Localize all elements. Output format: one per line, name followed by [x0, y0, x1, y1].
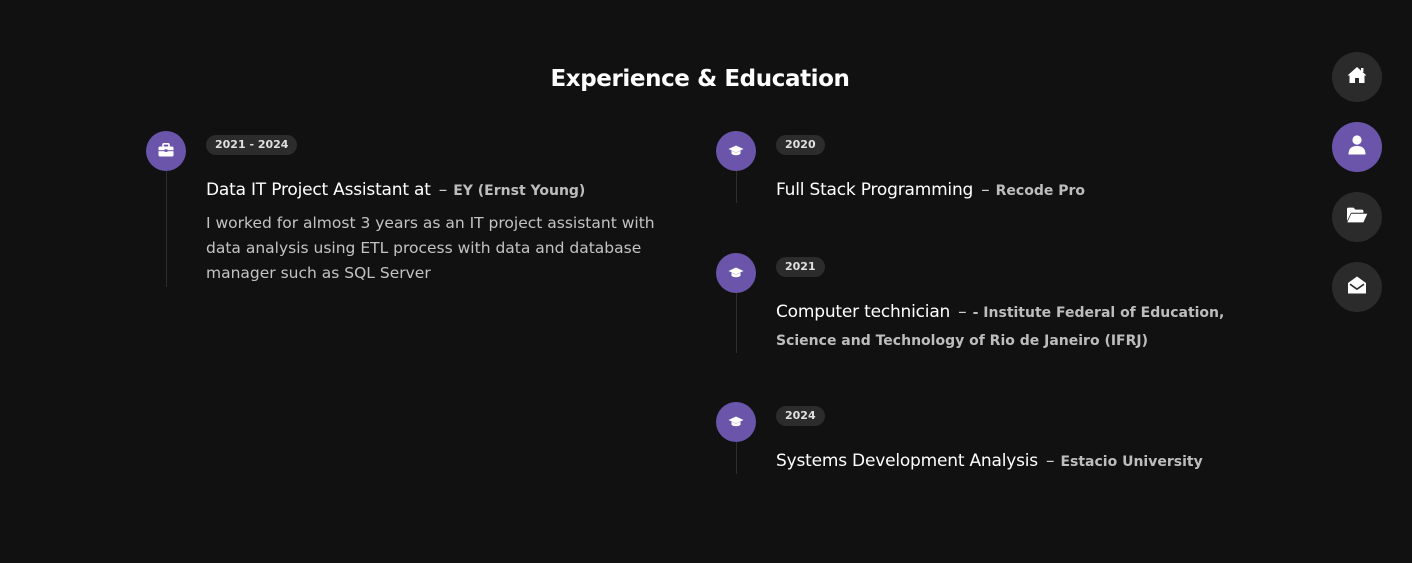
separator: – [981, 180, 990, 200]
section-title: Experience & Education [550, 66, 850, 93]
position-title: Data IT Project Assistant at [206, 180, 431, 200]
timeline-dot [716, 402, 756, 442]
year-badge: 2021 [776, 257, 825, 277]
institution: - Institute Federal of Education, [972, 305, 1225, 321]
timeline-dot [716, 131, 756, 171]
institution-line-2: Science and Technology of Rio de Janeiro… [776, 333, 1149, 349]
separator: – [1045, 451, 1055, 471]
separator: – [438, 180, 448, 200]
user-icon [1348, 135, 1366, 159]
nav-contact-button[interactable] [1332, 262, 1382, 312]
timeline-heading: Data IT Project Assistant at – EY (Ernst Y… [206, 177, 585, 205]
course-title: Full Stack Programming [776, 180, 974, 200]
folder-open-icon [1346, 207, 1368, 227]
timeline-item-experience: 2021 - 2024 Data IT Project Assistant at… [146, 131, 686, 291]
year-badge: 2024 [776, 406, 825, 426]
graduation-cap-icon [728, 142, 744, 161]
timeline-item-education: 2021 Computer technician – - Institute Fed… [716, 253, 1276, 363]
timeline-dot [716, 253, 756, 293]
course-title: Systems Development Analysis [776, 451, 1038, 471]
briefcase-icon [158, 142, 174, 161]
nav-about-button[interactable] [1332, 122, 1382, 172]
nav-portfolio-button[interactable] [1332, 192, 1382, 242]
course-title: Computer technician [776, 302, 951, 322]
timeline-line [166, 171, 167, 287]
year-badge: 2021 - 2024 [206, 135, 298, 155]
timeline-heading: Full Stack Programming – Recode Pro [776, 177, 1085, 205]
timeline-heading: Computer technician – - Institute Federal … [776, 299, 1224, 355]
year-badge: 2020 [776, 135, 825, 155]
timeline-item-education: 2024 Systems Development Analysis – Estaci… [716, 402, 1276, 482]
timeline-line [736, 171, 737, 203]
timeline-heading: Systems Development Analysis – Estacio Uni… [776, 448, 1203, 476]
timeline-dot [146, 131, 186, 171]
home-icon [1347, 66, 1367, 88]
organization: EY (Ernst Young) [453, 183, 586, 199]
institution: Estacio University [1060, 454, 1203, 470]
timeline-item-education: 2020 Full Stack Programming – Recode Pro [716, 131, 1276, 211]
description: I worked for almost 3 years as an IT pro… [206, 214, 655, 282]
envelope-open-icon [1347, 275, 1367, 299]
graduation-cap-icon [728, 413, 744, 432]
institution: Recode Pro [995, 183, 1085, 199]
timeline-line [736, 293, 737, 353]
timeline-line [736, 442, 737, 474]
separator: – [958, 302, 967, 322]
nav-home-button[interactable] [1332, 52, 1382, 102]
graduation-cap-icon [728, 264, 744, 283]
